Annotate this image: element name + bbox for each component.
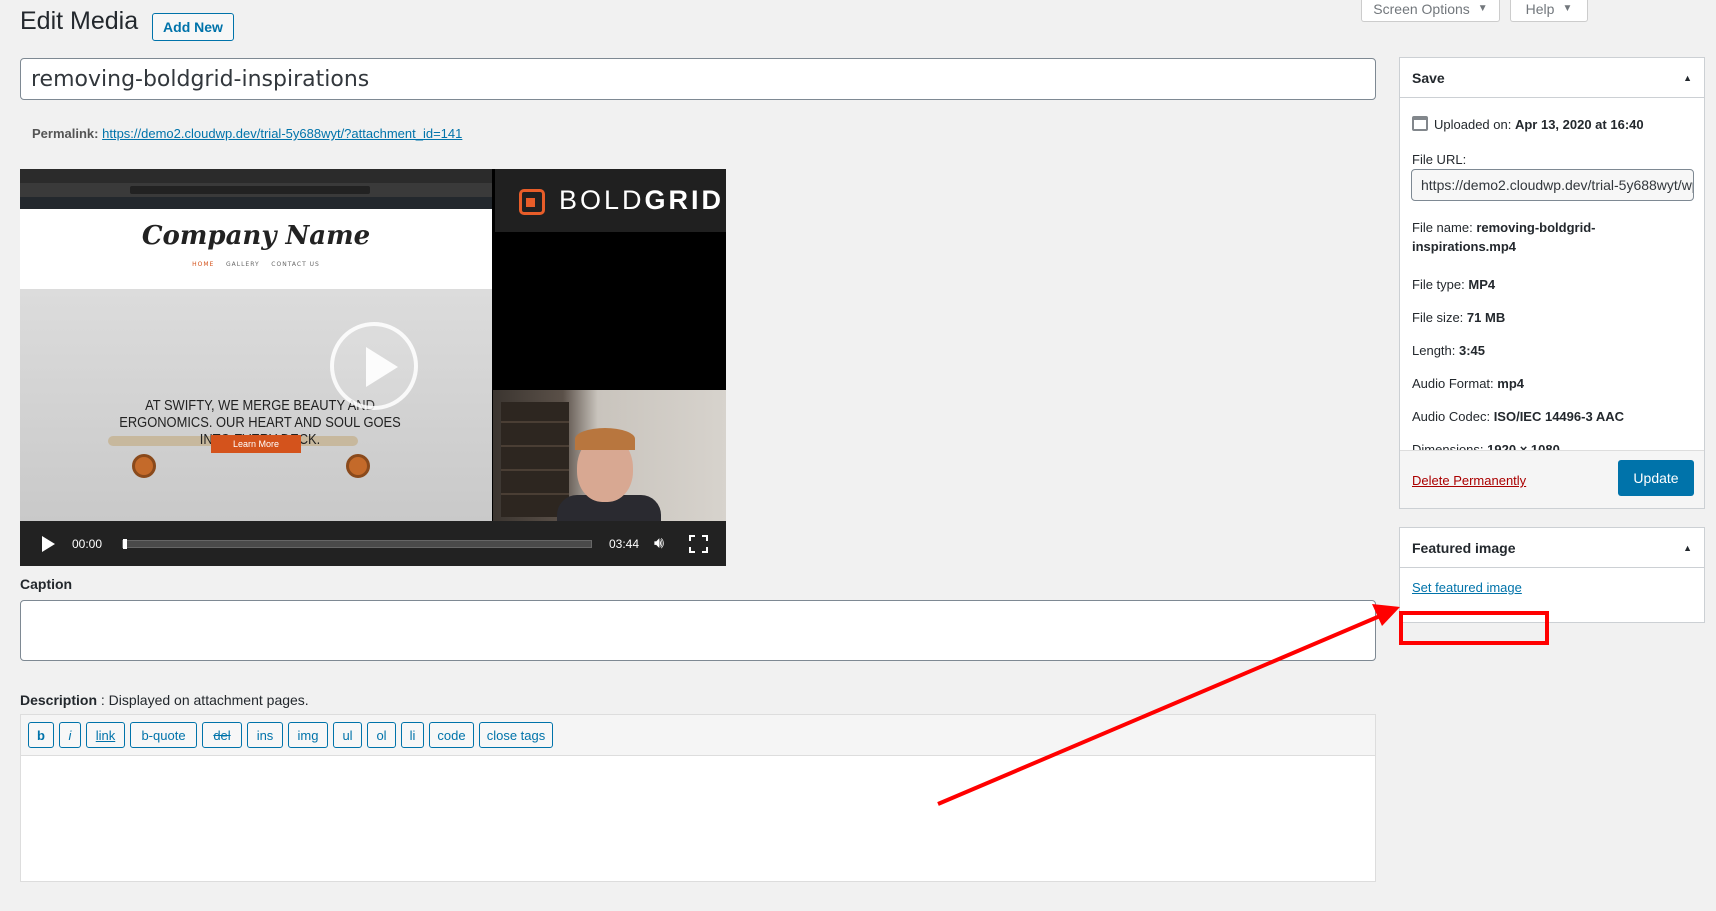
site-nav: HOME GALLERY CONTACT US: [20, 261, 492, 268]
qt-bquote-button[interactable]: b-quote: [130, 722, 197, 748]
caption-label: Caption: [20, 576, 73, 592]
description-label: Description : Displayed on attachment pa…: [20, 692, 309, 708]
current-time: 00:00: [72, 537, 103, 551]
file-url-label: File URL:: [1412, 152, 1467, 167]
hero-learn-more: Learn More: [211, 435, 301, 453]
qt-code-button[interactable]: code: [429, 722, 474, 748]
skateboard-wheel: [132, 454, 156, 478]
chevron-down-icon: ▼: [1562, 3, 1573, 14]
collapse-toggle-icon[interactable]: ▲: [1683, 73, 1692, 83]
chevron-down-icon: ▼: [1477, 3, 1488, 14]
skateboard-wheel: [346, 454, 370, 478]
bookshelf: [501, 402, 569, 517]
length: Length: 3:45: [1412, 343, 1486, 358]
file-type: File type: MP4: [1412, 277, 1496, 292]
site-hero: AT SWIFTY, WE MERGE BEAUTY AND ERGONOMIC…: [20, 289, 492, 521]
video-frame-website: Company Name HOME GALLERY CONTACT US AT …: [20, 169, 492, 521]
qt-link-button[interactable]: link: [86, 722, 125, 748]
boldgrid-banner: BOLDGRID: [495, 169, 726, 232]
site-name: Company Name: [141, 221, 371, 251]
qt-del-button[interactable]: del: [202, 722, 242, 748]
boldgrid-logo-icon: [519, 189, 545, 215]
progress-slider[interactable]: [122, 539, 592, 549]
help-label: Help: [1525, 0, 1555, 17]
site-nav-gallery: GALLERY: [225, 261, 260, 268]
audio-codec: Audio Codec: ISO/IEC 14496-3 AAC: [1412, 409, 1624, 424]
qt-ol-button[interactable]: ol: [367, 722, 396, 748]
video-controls: 00:00 03:44 🔊︎: [20, 521, 726, 566]
quicktags-toolbar: b i link b-quote del ins img ul ol li co…: [20, 714, 1376, 756]
set-featured-image-link[interactable]: Set featured image: [1412, 580, 1522, 595]
uploaded-on: Uploaded on: Apr 13, 2020 at 16:40: [1412, 116, 1644, 132]
save-metabox-title: Save: [1412, 69, 1445, 86]
site-nav-contact: CONTACT US: [271, 261, 320, 268]
wp-admin-bar: [20, 197, 492, 209]
save-metabox-header[interactable]: Save ▲: [1400, 58, 1704, 98]
help-tab[interactable]: Help ▼: [1510, 0, 1588, 22]
video-player[interactable]: Company Name HOME GALLERY CONTACT US AT …: [20, 169, 726, 566]
screen-options-label: Screen Options: [1373, 0, 1470, 17]
save-actions: Delete Permanently Update: [1400, 450, 1704, 508]
audio-format: Audio Format: mp4: [1412, 376, 1525, 391]
file-url-field[interactable]: https://demo2.cloudwp.dev/trial-5y688wyt…: [1411, 169, 1694, 201]
file-name: File name: removing-boldgrid-inspiration…: [1412, 220, 1596, 254]
site-header: Company Name HOME GALLERY CONTACT US: [20, 209, 492, 289]
update-button[interactable]: Update: [1618, 460, 1694, 496]
webcam-feed: [493, 390, 726, 525]
qt-close-tags-button[interactable]: close tags: [479, 722, 553, 748]
screen-options-tab[interactable]: Screen Options ▼: [1361, 0, 1500, 22]
featured-image-header[interactable]: Featured image ▲: [1400, 528, 1704, 568]
browser-url-bar: [20, 183, 492, 197]
duration: 03:44: [609, 537, 640, 551]
progress-handle[interactable]: [123, 539, 127, 549]
caption-textarea[interactable]: [20, 600, 1376, 661]
title-input[interactable]: removing-boldgrid-inspirations: [20, 58, 1376, 100]
page-title: Edit Media: [20, 7, 139, 35]
permalink: Permalink: https://demo2.cloudwp.dev/tri…: [32, 126, 462, 141]
featured-image-metabox: Featured image ▲ Set featured image: [1399, 527, 1705, 623]
permalink-label: Permalink:: [32, 126, 99, 141]
permalink-link[interactable]: https://demo2.cloudwp.dev/trial-5y688wyt…: [102, 126, 462, 141]
calendar-icon: [1412, 116, 1428, 131]
qt-italic-button[interactable]: i: [59, 722, 81, 748]
qt-ins-button[interactable]: ins: [247, 722, 283, 748]
save-metabox: Save ▲ Uploaded on: Apr 13, 2020 at 16:4…: [1399, 57, 1705, 509]
qt-bold-button[interactable]: b: [28, 722, 54, 748]
presenter-hair: [575, 428, 635, 450]
browser-tab-bar: [20, 169, 492, 183]
add-new-button[interactable]: Add New: [152, 13, 234, 41]
qt-img-button[interactable]: img: [288, 722, 328, 748]
play-icon[interactable]: [42, 536, 55, 552]
annotation-highlight-box: [1399, 611, 1549, 645]
featured-image-title: Featured image: [1412, 539, 1516, 556]
boldgrid-wordmark: BOLDGRID: [559, 185, 725, 215]
fullscreen-icon[interactable]: [689, 535, 708, 553]
big-play-icon[interactable]: [330, 322, 418, 410]
file-size: File size: 71 MB: [1412, 310, 1506, 325]
volume-icon[interactable]: 🔊︎: [654, 535, 664, 553]
delete-permanently-link[interactable]: Delete Permanently: [1412, 473, 1526, 488]
site-nav-home: HOME: [192, 261, 215, 268]
description-textarea[interactable]: [20, 755, 1376, 882]
collapse-toggle-icon[interactable]: ▲: [1683, 543, 1692, 553]
qt-li-button[interactable]: li: [401, 722, 424, 748]
qt-ul-button[interactable]: ul: [333, 722, 362, 748]
